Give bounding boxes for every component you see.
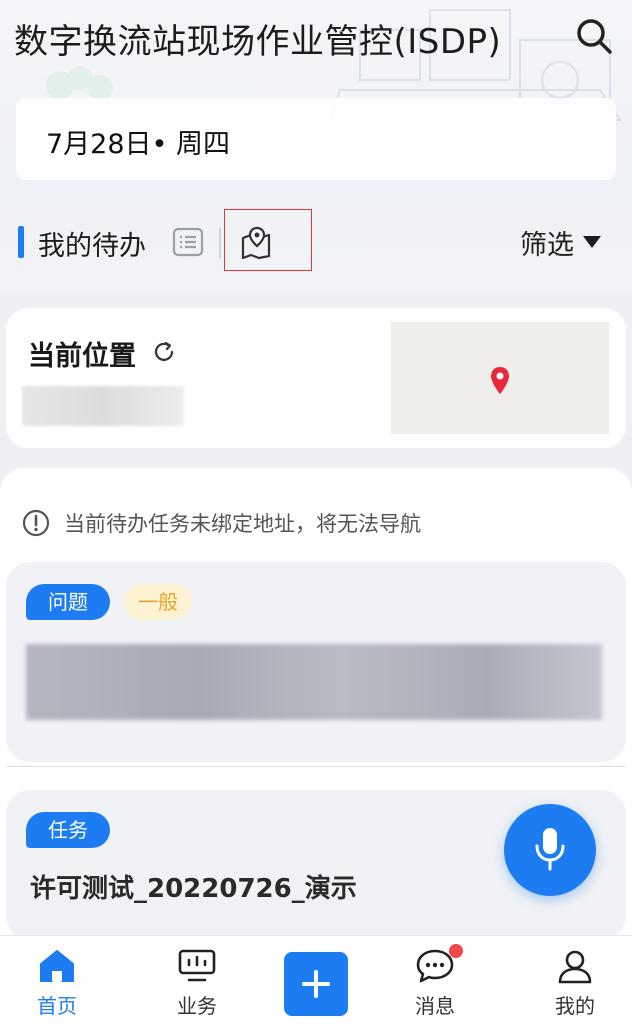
tab-messages-label: 消息 (415, 994, 455, 1018)
monitor-icon (178, 949, 216, 982)
section-accent-bar (18, 226, 24, 258)
info-icon (22, 509, 50, 537)
voice-input-button[interactable] (504, 804, 596, 896)
list-view-icon (172, 227, 204, 257)
microphone-icon (535, 828, 565, 871)
location-address-redacted (22, 386, 184, 426)
map-pin-icon (491, 367, 509, 394)
current-location-title: 当前位置 (28, 341, 136, 372)
task-content-redacted (26, 644, 602, 720)
refresh-icon[interactable] (152, 340, 176, 364)
add-button[interactable] (284, 952, 348, 1016)
search-icon (577, 19, 612, 54)
bottom-tab-bar: 首页 业务 消息 我的 (0, 935, 632, 1024)
current-location-card[interactable]: 当前位置 (6, 308, 626, 448)
home-icon (40, 950, 74, 982)
filter-button[interactable]: 筛选 (520, 222, 602, 262)
list-view-button[interactable] (170, 224, 206, 260)
notice-text: 当前待办任务未绑定地址，将无法导航 (64, 512, 421, 536)
tab-business[interactable]: 业务 (152, 948, 242, 1019)
task-level-tag: 一般 (124, 584, 192, 620)
map-view-icon (241, 226, 271, 260)
task-name: 许可测试_20220726_演示 (30, 874, 357, 904)
card-divider (6, 766, 626, 767)
filter-label: 筛选 (520, 229, 574, 261)
date-card: 7月28日• 周四 (16, 98, 616, 180)
todo-toolbar: 我的待办 筛选 (0, 206, 632, 276)
tab-profile-label: 我的 (555, 994, 595, 1018)
task-type-tag: 任务 (26, 812, 110, 848)
tab-business-label: 业务 (177, 994, 217, 1018)
user-icon (558, 950, 592, 984)
unread-badge (449, 944, 463, 958)
tab-home-label: 首页 (37, 994, 77, 1018)
search-button[interactable] (570, 12, 618, 60)
unbound-address-notice: 当前待办任务未绑定地址，将无法导航 (22, 508, 421, 538)
task-type-tag: 问题 (26, 584, 110, 620)
todo-section-title: 我的待办 (38, 231, 146, 262)
tab-messages[interactable]: 消息 (390, 948, 480, 1019)
caret-down-icon (583, 236, 601, 248)
task-card[interactable]: 问题 一般 (6, 562, 626, 762)
tab-home[interactable]: 首页 (12, 948, 102, 1019)
tab-profile[interactable]: 我的 (530, 948, 620, 1019)
plus-icon (302, 970, 330, 998)
current-date: 7月28日• 周四 (46, 129, 231, 160)
mini-map[interactable] (391, 322, 609, 434)
view-toggle-divider (219, 228, 221, 258)
map-view-button[interactable] (224, 209, 312, 271)
app-title: 数字换流站现场作业管控(ISDP) (14, 22, 502, 62)
